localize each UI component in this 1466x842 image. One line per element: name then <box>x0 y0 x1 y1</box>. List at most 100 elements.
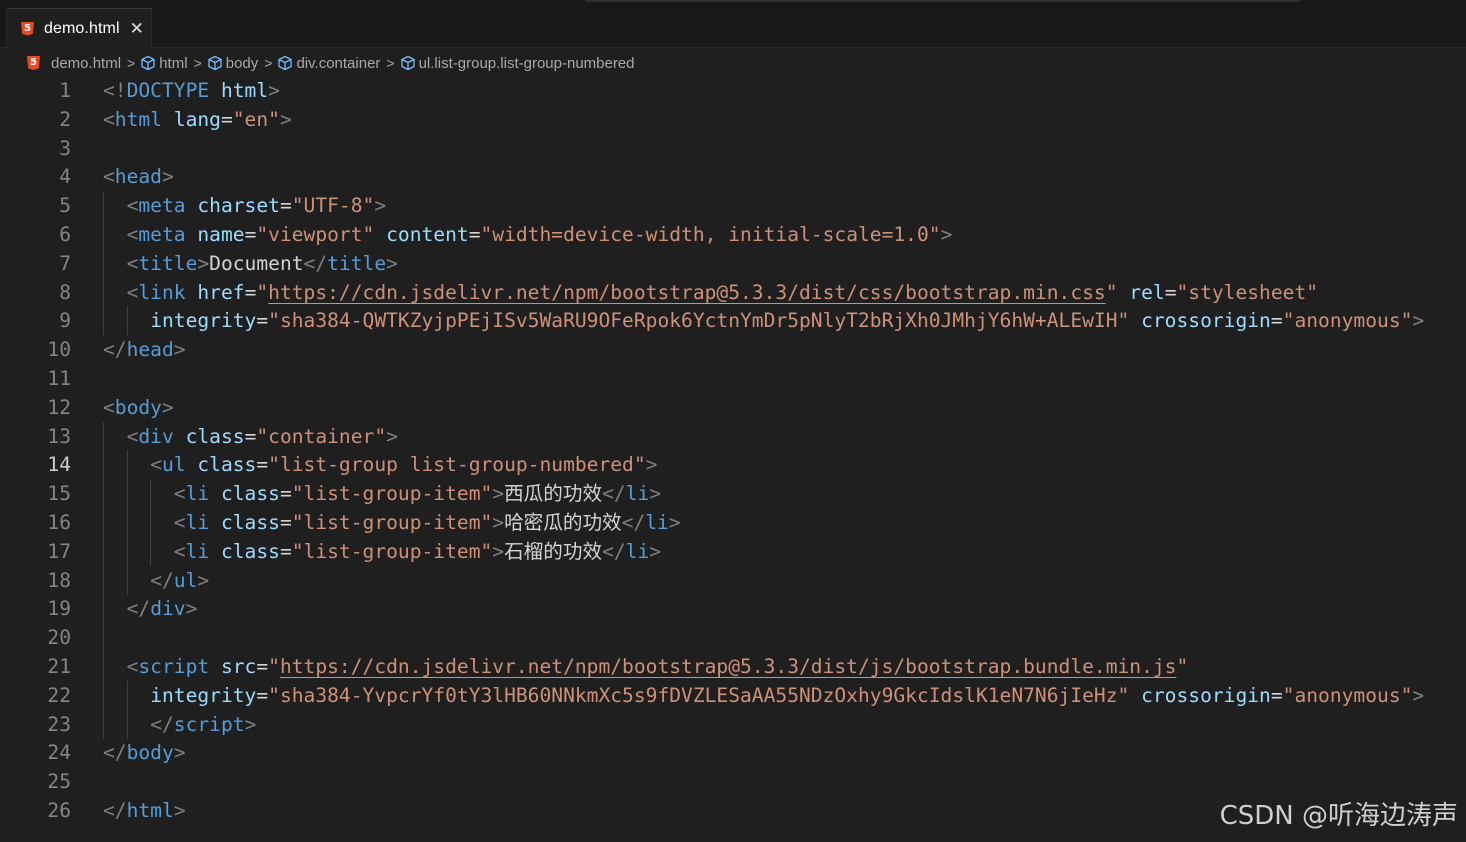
code-line[interactable]: 18 </ul> <box>0 565 1466 595</box>
line-number: 25 <box>47 770 71 794</box>
code-token: "width=device-width, initial-scale=1.0" <box>480 223 941 246</box>
code-token: "sha384-YvpcrYf0tY3lHB60NNkmXc5s9fDVZLES… <box>268 683 1130 707</box>
code-line[interactable]: 20 <box>0 623 1466 653</box>
code-token: < <box>103 107 115 131</box>
tab-label: demo.html <box>44 19 120 37</box>
close-icon[interactable]: ✕ <box>130 19 144 38</box>
code-token: "list-group-item" <box>291 511 493 534</box>
code-line[interactable]: 25 <box>0 767 1466 796</box>
tab-demo-html[interactable]: 5 demo.html ✕ <box>6 8 152 48</box>
code-token: li <box>185 482 210 506</box>
line-number: 19 <box>47 597 71 621</box>
code-line[interactable]: 1 <!DOCTYPE html> <box>0 76 1466 105</box>
code-token: > <box>1412 309 1425 333</box>
code-line[interactable]: 12 <body> <box>0 393 1466 422</box>
code-token: 哈密瓜的功效 <box>504 511 622 534</box>
tab-bar: 5 demo.html ✕ <box>0 0 1466 48</box>
code-line[interactable]: 9 integrity="sha384-QWTKZyjpPEjISv5WaRU9… <box>0 306 1466 336</box>
code-line[interactable]: 8 <link href="https://cdn.jsdelivr.net/n… <box>0 277 1466 307</box>
code-token: > <box>268 79 280 102</box>
code-token: "container" <box>256 424 387 448</box>
code-text: <title>Document</title> <box>103 249 398 278</box>
code-line[interactable]: 21 <script src="https://cdn.jsdelivr.net… <box>0 652 1466 681</box>
code-line[interactable]: 10 </head> <box>0 335 1466 364</box>
code-token: "anonymous" <box>1282 683 1413 707</box>
code-line[interactable]: 17 <li class="list-group-item">石榴的功效</li… <box>0 536 1466 566</box>
code-line[interactable]: 14 <ul class="list-group list-group-numb… <box>0 450 1466 480</box>
line-number: 13 <box>47 424 71 448</box>
code-token: head <box>126 338 174 362</box>
code-line[interactable]: 22 integrity="sha384-YvpcrYf0tY3lHB60NNk… <box>0 680 1466 710</box>
symbol-element-icon <box>277 55 293 71</box>
code-line[interactable]: 19 </div> <box>0 594 1466 624</box>
code-token: href <box>197 280 245 304</box>
code-token: = <box>256 655 269 678</box>
code-token: = <box>1164 280 1177 304</box>
code-line[interactable]: 3 <box>0 134 1466 163</box>
code-line[interactable]: 4 <head> <box>0 162 1466 191</box>
code-line[interactable]: 5 <meta charset="UTF-8"> <box>0 191 1466 221</box>
code-text: </div> <box>103 594 198 623</box>
line-number: 8 <box>59 280 71 304</box>
breadcrumb-item-html[interactable]: html <box>140 55 188 72</box>
code-token: html <box>114 107 162 131</box>
code-text: <li class="list-group-item">西瓜的功效</li> <box>103 479 661 508</box>
code-token: < <box>126 194 139 218</box>
code-token: > <box>161 165 174 189</box>
code-token: <! <box>103 79 127 102</box>
code-token: </ <box>303 251 328 275</box>
code-line[interactable]: 2 <html lang="en"> <box>0 105 1466 134</box>
indent-guide <box>103 623 104 653</box>
code-token: = <box>220 107 233 131</box>
breadcrumb-item-body[interactable]: body <box>207 55 258 72</box>
code-token: class <box>220 539 280 563</box>
code-token: https://cdn.jsdelivr.net/npm/bootstrap@5… <box>279 655 1177 678</box>
code-token: > <box>386 424 398 448</box>
code-token: html <box>126 799 174 822</box>
code-token: </ <box>103 338 127 362</box>
code-token: < <box>150 453 162 477</box>
code-token: </ <box>103 799 127 822</box>
code-text: <body> <box>103 393 174 422</box>
code-token: > <box>940 223 953 246</box>
code-editor[interactable]: 1 <!DOCTYPE html> 2 <html lang="en"> 3 4 < head… <box>0 76 1466 842</box>
code-token: </ <box>150 568 174 592</box>
code-line[interactable]: 15 <li class="list-group-item">西瓜的功效</li… <box>0 479 1466 509</box>
code-token: = <box>244 223 257 246</box>
code-line[interactable]: 13 <div class="container"> <box>0 421 1466 451</box>
code-line[interactable]: 6 <meta name="viewport" content="width=d… <box>0 220 1466 249</box>
code-line[interactable]: 23 </script> <box>0 709 1466 739</box>
breadcrumb-item-file[interactable]: demo.html <box>51 55 121 72</box>
code-token: < <box>103 165 115 189</box>
code-token: > <box>173 741 186 765</box>
code-token: "en" <box>232 107 280 131</box>
code-token: = <box>256 683 269 707</box>
line-number: 20 <box>47 626 71 650</box>
code-line[interactable]: 7 <title>Document</title> <box>0 248 1466 278</box>
code-token: > <box>279 107 292 131</box>
breadcrumb-item-ul[interactable]: ul.list-group.list-group-numbered <box>400 55 635 72</box>
line-number: 4 <box>59 165 71 189</box>
code-token: > <box>173 799 186 822</box>
code-token: ul <box>161 453 186 477</box>
code-line[interactable]: 16 <li class="list-group-item">哈密瓜的功效</l… <box>0 508 1466 537</box>
code-token: ul <box>173 568 198 592</box>
code-text: integrity="sha384-YvpcrYf0tY3lHB60NNkmXc… <box>103 681 1424 710</box>
breadcrumb-item-div-container[interactable]: div.container <box>277 55 380 72</box>
code-token: name <box>197 223 245 246</box>
code-line[interactable]: 11 <box>0 364 1466 393</box>
code-line[interactable]: 24 </body> <box>0 738 1466 767</box>
